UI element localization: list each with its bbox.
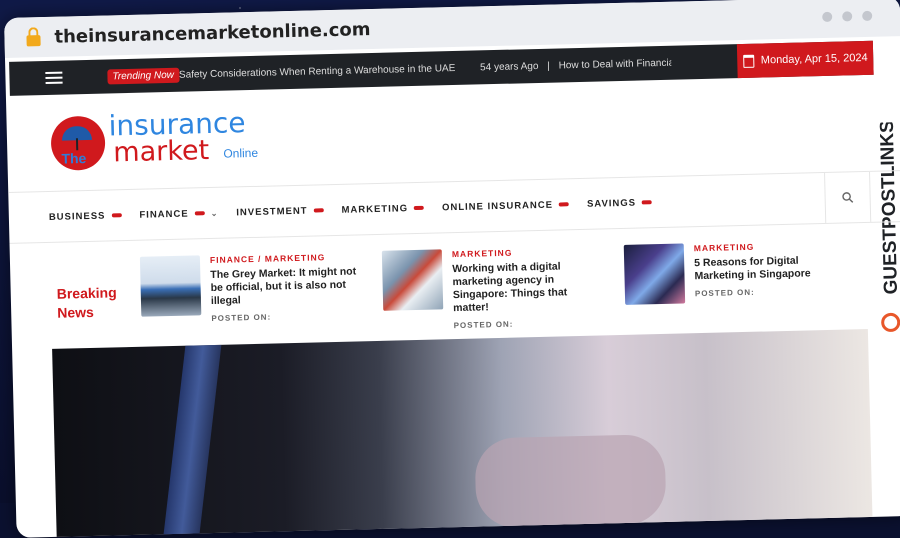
ticker-time: 54 years Ago — [479, 60, 539, 73]
nav-finance[interactable]: FINANCE ⌄ — [139, 207, 218, 220]
lock-icon — [26, 34, 41, 46]
date-box: Monday, Apr 15, 2024 — [736, 40, 874, 79]
posted-on: POSTED ON: — [453, 319, 514, 331]
news-card[interactable]: MARKETING Working with a digital marketi… — [381, 246, 589, 332]
browser-window: theinsurancemarketonline.com Trending No… — [4, 0, 900, 538]
nav-savings[interactable]: SAVINGS — [587, 197, 653, 209]
trending-label: Trending Now — [107, 67, 180, 84]
news-category[interactable]: MARKETING — [452, 246, 587, 259]
news-thumbnail[interactable] — [381, 249, 444, 311]
search-icon — [842, 192, 854, 203]
logo-online: Online — [223, 145, 259, 161]
window-dot[interactable] — [842, 11, 853, 22]
breaking-news-title: Breaking News — [56, 284, 117, 321]
calendar-icon — [742, 54, 755, 68]
window-dot[interactable] — [862, 10, 873, 22]
nav-business[interactable]: BUSINESS — [49, 210, 122, 222]
ticker-item[interactable]: Safety Considerations When Renting a War… — [179, 62, 456, 80]
search-button[interactable] — [824, 171, 872, 223]
news-category[interactable]: FINANCE / MARKETING — [210, 251, 370, 265]
news-title[interactable]: 5 Reasons for Digital Marketing in Singa… — [694, 254, 835, 283]
posted-on: POSTED ON: — [694, 287, 755, 299]
ticker-item[interactable]: How to Deal with Financial Emerger — [558, 57, 670, 71]
news-card[interactable]: FINANCE / MARKETING The Grey Market: It … — [139, 251, 372, 325]
news-thumbnail[interactable] — [139, 255, 202, 317]
url-text: theinsurancemarketonline.com — [54, 18, 371, 48]
logo-the: The — [61, 150, 87, 167]
logo-market: market — [112, 135, 210, 169]
news-title[interactable]: Working with a digital marketing agency … — [452, 260, 588, 315]
nav-online-insurance[interactable]: ONLINE INSURANCE — [442, 199, 570, 213]
posted-on: POSTED ON: — [211, 312, 272, 324]
hamburger-menu-icon[interactable] — [9, 60, 98, 96]
news-title[interactable]: The Grey Market: It might not be officia… — [210, 265, 371, 308]
hero-image[interactable] — [52, 328, 873, 538]
news-ticker: Safety Considerations When Renting a War… — [179, 57, 671, 80]
news-thumbnail[interactable] — [623, 243, 686, 305]
ticker-separator: | — [547, 60, 550, 72]
chevron-down-icon: ⌄ — [210, 208, 219, 218]
news-category[interactable]: MARKETING — [694, 240, 834, 253]
nav-marketing[interactable]: MARKETING — [341, 202, 425, 215]
news-card[interactable]: MARKETING 5 Reasons for Digital Marketin… — [623, 240, 835, 305]
window-controls — [822, 10, 873, 23]
nav-investment[interactable]: INVESTMENT — [236, 205, 324, 218]
current-date: Monday, Apr 15, 2024 — [760, 51, 868, 67]
window-dot[interactable] — [822, 11, 833, 23]
umbrella-logo-icon: The — [50, 115, 106, 171]
